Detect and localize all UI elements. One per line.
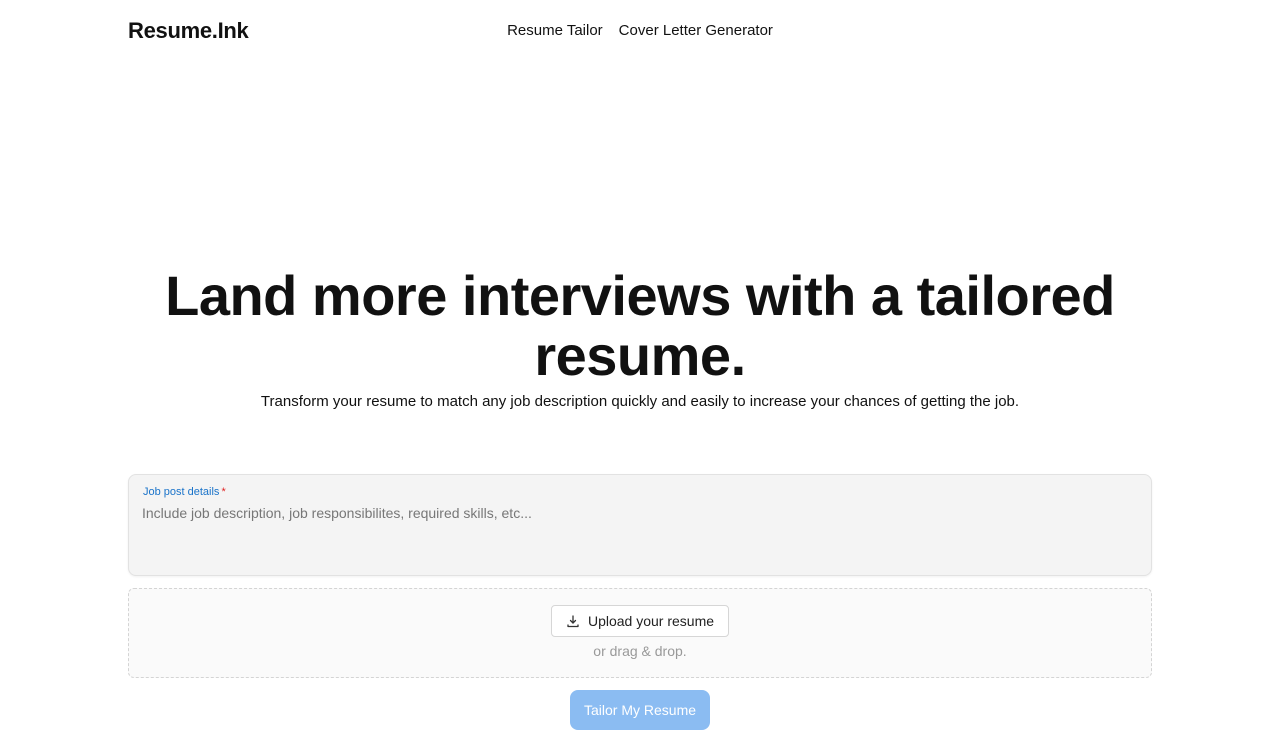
upload-icon (567, 615, 579, 628)
job-post-label-text: Job post details (143, 486, 220, 498)
hero-title: Land more interviews with a tailored res… (128, 266, 1152, 386)
top-nav: Resume.Ink Resume Tailor Cover Letter Ge… (0, 0, 1280, 64)
resume-upload-dropzone[interactable]: Upload your resume or drag & drop. (128, 588, 1152, 678)
nav-link-resume-tailor[interactable]: Resume Tailor (507, 22, 603, 39)
upload-resume-label: Upload your resume (587, 613, 715, 629)
hero-title-line-2: resume. (534, 324, 746, 387)
required-mark: * (221, 486, 226, 498)
upload-resume-button[interactable]: Upload your resume (551, 605, 729, 637)
hero-subtitle: Transform your resume to match any job d… (260, 393, 1020, 410)
nav-link-cover-letter-generator[interactable]: Cover Letter Generator (619, 22, 773, 39)
tailor-my-resume-button[interactable]: Tailor My Resume (570, 690, 710, 730)
hero-title-line-1: Land more interviews with a tailored (165, 264, 1115, 327)
job-post-label: Job post details * (143, 486, 226, 498)
nav-links: Resume Tailor Cover Letter Generator (0, 22, 1280, 39)
job-post-field: Job post details * (128, 474, 1152, 576)
job-post-input[interactable] (142, 505, 1132, 565)
drag-drop-hint: or drag & drop. (593, 643, 687, 659)
